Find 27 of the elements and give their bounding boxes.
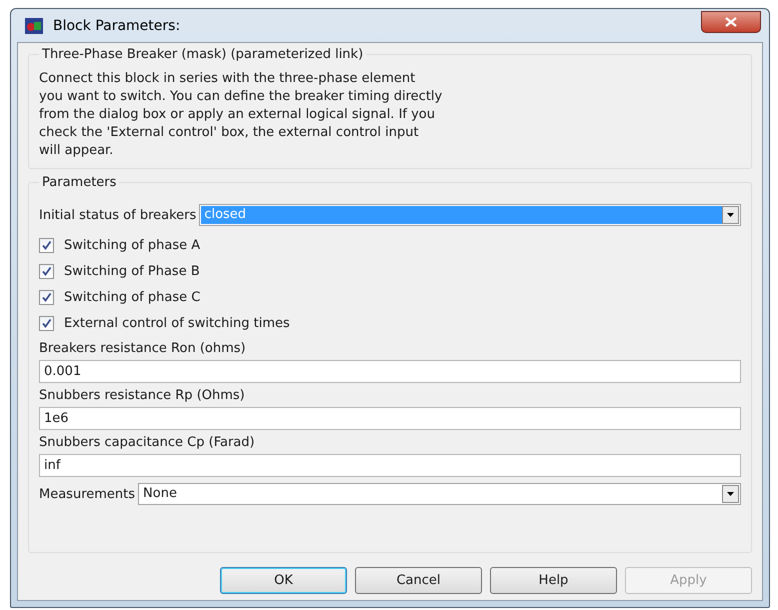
checkbox-label: External control of switching times	[64, 316, 290, 330]
description-text: Connect this block in series with the three-phase element you want to switch. You can define the breaker timing directly from the dialog box or apply an external logical signal. If you check the 'External control' box, the external control input will appear.	[39, 70, 444, 160]
checkbox-label: Switching of Phase B	[64, 264, 200, 278]
checkbox-label: Switching of phase C	[64, 290, 200, 304]
dialog-button[interactable]: Help	[490, 567, 617, 594]
block-diagram-icon	[25, 18, 43, 34]
dialog-button[interactable]: Cancel	[355, 567, 482, 594]
checkbox[interactable]	[39, 290, 54, 304]
input-field[interactable]: 0.001	[39, 360, 741, 383]
group-title: Parameters	[41, 175, 118, 190]
dropdown[interactable]: None	[138, 483, 741, 505]
checkbox[interactable]	[39, 238, 54, 252]
field-label: Snubbers resistance Rp (Ohms)	[39, 388, 246, 403]
window-title: Block Parameters:	[53, 18, 180, 34]
dialog-button[interactable]: OK	[220, 567, 347, 594]
group-title: Three-Phase Breaker (mask) (parameterized link)	[41, 47, 364, 62]
field-label: Initial status of breakers	[39, 208, 196, 222]
close-button[interactable]	[701, 10, 761, 32]
input-field[interactable]: inf	[39, 454, 741, 477]
input-field[interactable]: 1e6	[39, 407, 741, 430]
close-icon	[725, 16, 737, 26]
checkbox[interactable]	[39, 316, 54, 330]
field-label: Measurements	[39, 486, 136, 502]
checkbox-label: Switching of phase A	[64, 238, 200, 252]
field-label: Snubbers capacitance Cp (Farad)	[39, 435, 256, 450]
field-label: Breakers resistance Ron (ohms)	[39, 341, 247, 356]
checkbox[interactable]	[39, 264, 54, 278]
